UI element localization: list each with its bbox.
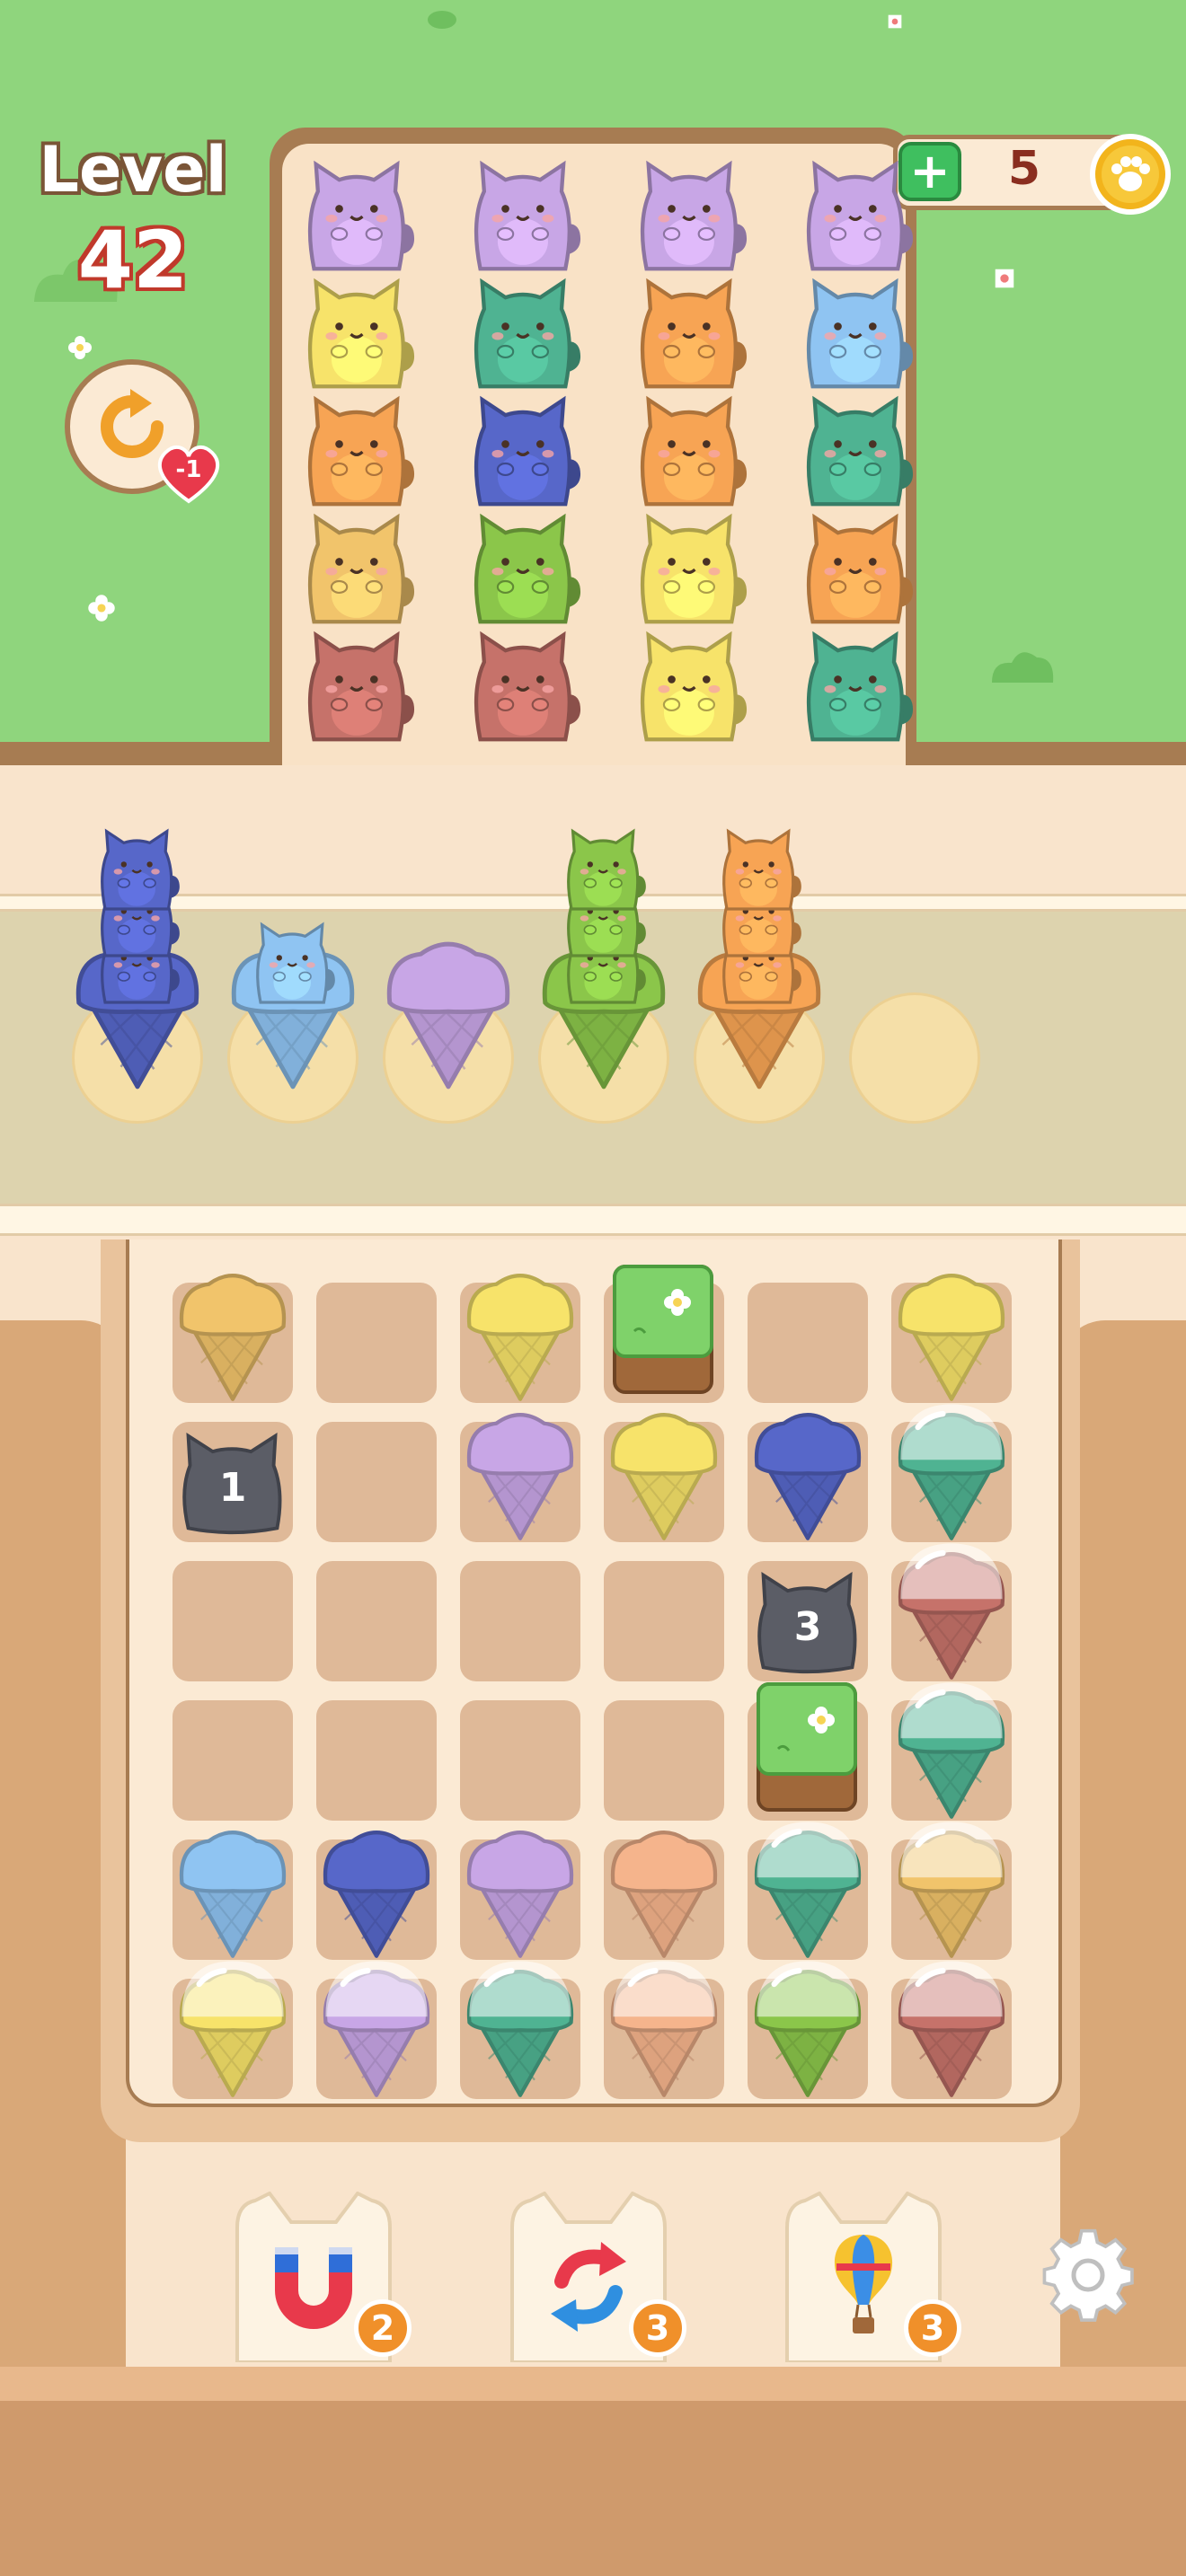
undo-cost-label: -1 — [175, 456, 202, 483]
level-number: 42 — [77, 214, 189, 306]
cat-navy[interactable] — [461, 388, 587, 514]
cat-purple[interactable] — [627, 153, 753, 278]
cat-orange[interactable] — [793, 506, 919, 631]
grid-cell — [316, 1422, 437, 1542]
covered-cone-teal[interactable] — [889, 1677, 1014, 1824]
grid-cell — [748, 1283, 868, 1403]
covered-cone-peach[interactable] — [601, 1955, 727, 2103]
ice-cream-cone-peach[interactable] — [601, 1816, 727, 1963]
level-label: Level — [39, 133, 227, 207]
covered-cone-purple[interactable] — [314, 1955, 439, 2103]
cat-purple[interactable] — [793, 153, 919, 278]
ice-cream-cone-navy[interactable] — [745, 1398, 871, 1546]
shuffle-count: 3 — [629, 2299, 686, 2357]
coin-count: 5 — [1007, 142, 1041, 196]
cat-yellow[interactable] — [627, 506, 753, 631]
cat-teal[interactable] — [793, 388, 919, 514]
leaf-decoration — [428, 11, 456, 29]
tray-cone-purple — [376, 925, 520, 1095]
grid-cell — [316, 1561, 437, 1681]
cat-brown[interactable] — [461, 623, 587, 749]
magnet-icon — [275, 2247, 352, 2329]
cat-yellow[interactable] — [295, 270, 420, 396]
ice-cream-cone-yellow[interactable] — [889, 1259, 1014, 1407]
tray-slot — [849, 992, 980, 1124]
flower-decoration — [995, 269, 1014, 288]
locked-cat-block[interactable]: 3 — [751, 1565, 864, 1681]
bush-decoration — [992, 652, 1054, 683]
ice-cream-cone-navy[interactable] — [314, 1816, 439, 1963]
tray-cat-lightblue — [237, 916, 349, 1013]
grid-cell — [604, 1561, 724, 1681]
tray-cat-green — [548, 823, 659, 920]
covered-cone-teal[interactable] — [457, 1955, 583, 2103]
cat-orange[interactable] — [295, 388, 420, 514]
tray-cat-orange — [704, 823, 815, 920]
tray-rail-bottom — [0, 1204, 1186, 1236]
cat-lightblue[interactable] — [793, 270, 919, 396]
covered-cone-brown[interactable] — [889, 1538, 1014, 1685]
grid-cell — [173, 1700, 293, 1821]
ice-cream-cone-gold[interactable] — [170, 1259, 296, 1407]
lock-count: 3 — [793, 1604, 822, 1650]
locked-cat-block[interactable]: 1 — [176, 1425, 289, 1542]
cat-gold[interactable] — [295, 506, 420, 631]
tray-cat-navy — [82, 823, 193, 920]
grid-cell — [173, 1561, 293, 1681]
cat-orange[interactable] — [627, 270, 753, 396]
hot-air-balloon-icon — [834, 2235, 893, 2333]
covered-cone-gold[interactable] — [889, 1816, 1014, 1963]
magnet-button[interactable]: 2 — [219, 2192, 412, 2362]
gear-icon[interactable] — [1039, 2228, 1137, 2326]
cat-purple[interactable] — [295, 153, 420, 278]
cat-orange[interactable] — [627, 388, 753, 514]
bottom-band — [0, 2401, 1186, 2576]
ice-cream-cone-purple[interactable] — [457, 1816, 583, 1963]
covered-cone-teal[interactable] — [745, 1816, 871, 1963]
grass-block[interactable] — [755, 1681, 859, 1819]
covered-cone-green[interactable] — [745, 1955, 871, 2103]
grid-cell — [316, 1283, 437, 1403]
balloon-count: 3 — [904, 2299, 961, 2357]
cat-yellow[interactable] — [627, 623, 753, 749]
magnet-count: 2 — [354, 2299, 412, 2357]
cat-brown[interactable] — [295, 623, 420, 749]
ice-cream-cone-yellow[interactable] — [601, 1398, 727, 1546]
cat-purple[interactable] — [461, 153, 587, 278]
grid-cell — [460, 1700, 580, 1821]
shuffle-icon — [551, 2242, 626, 2332]
ice-cream-cone-purple[interactable] — [457, 1398, 583, 1546]
grid-cell — [316, 1700, 437, 1821]
cat-teal[interactable] — [793, 623, 919, 749]
cat-green[interactable] — [461, 506, 587, 631]
grid-cell — [460, 1561, 580, 1681]
toolbar-band — [0, 2367, 1186, 2401]
balloon-button[interactable]: 3 — [769, 2192, 961, 2362]
grass-block[interactable] — [611, 1263, 715, 1401]
lock-count: 1 — [218, 1465, 247, 1511]
ice-cream-cone-yellow[interactable] — [457, 1259, 583, 1407]
grid-cell — [604, 1700, 724, 1821]
paw-coin-icon — [1090, 134, 1171, 215]
flower-decoration — [888, 14, 902, 29]
ice-cream-cone-lightblue[interactable] — [170, 1816, 296, 1963]
shuffle-button[interactable]: 3 — [494, 2192, 686, 2362]
flower-decoration — [88, 595, 115, 622]
covered-cone-teal[interactable] — [889, 1398, 1014, 1546]
covered-cone-brown[interactable] — [889, 1955, 1014, 2103]
covered-cone-yellow[interactable] — [170, 1955, 296, 2103]
flower-decoration — [68, 336, 92, 359]
cat-teal[interactable] — [461, 270, 587, 396]
